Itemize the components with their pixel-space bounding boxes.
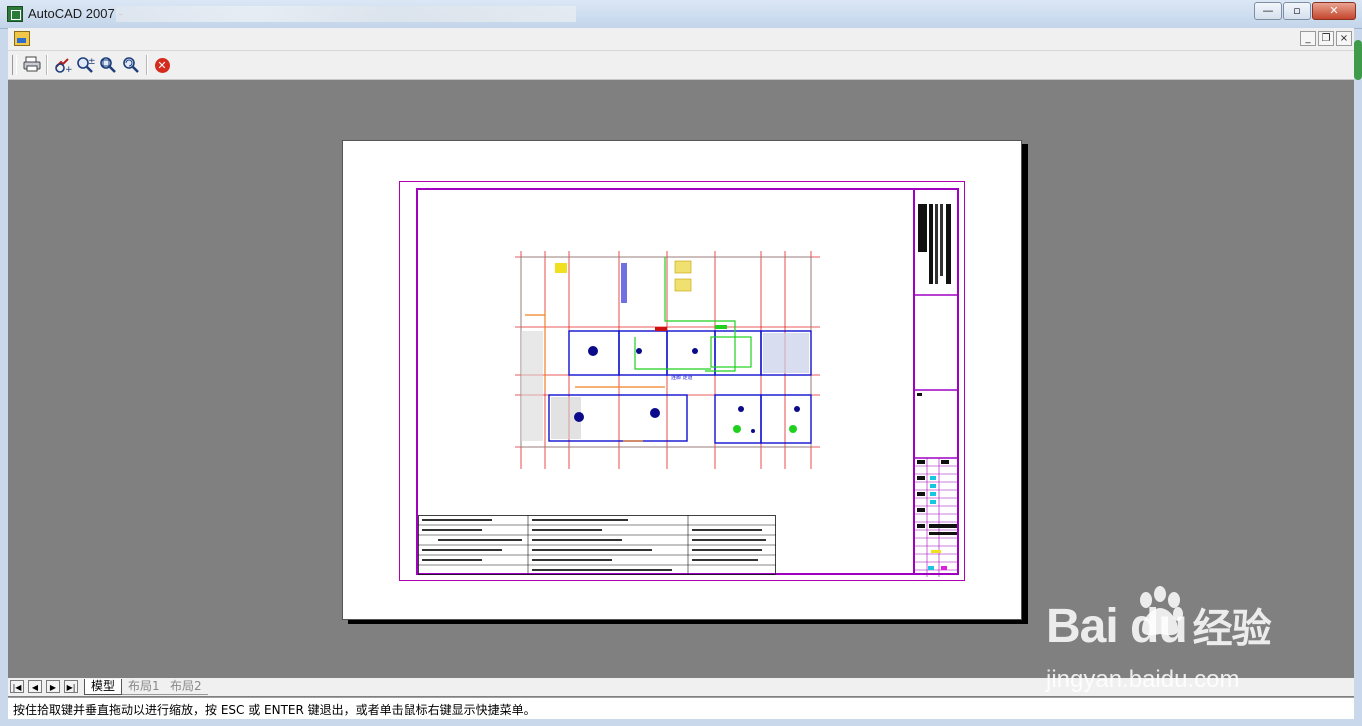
last-tab-button[interactable]: ▶| [64, 680, 78, 693]
window-title: AutoCAD 2007 - [28, 6, 123, 21]
drawing-frame: 连廊 走道 [416, 188, 959, 577]
previous-tab-button[interactable]: ◀ [28, 680, 42, 693]
command-prompt-text: 按住拾取键并垂直拖动以进行缩放，按 ESC 或 ENTER 键退出，或者单击鼠标… [13, 703, 536, 717]
baidu-paw-icon [1140, 586, 1183, 636]
floor-plan-drawing: 连廊 走道 [515, 251, 820, 469]
plot-icon[interactable] [22, 55, 42, 75]
svg-text:+: + [65, 65, 72, 75]
tab-model[interactable]: 模型 [84, 679, 123, 695]
window-titlebar[interactable]: AutoCAD 2007 - — ▫ ✕ [0, 0, 1362, 29]
close-window-button[interactable]: ✕ [1312, 2, 1356, 20]
maximize-window-button[interactable]: ▫ [1283, 2, 1311, 20]
toolbar-separator [46, 55, 48, 75]
first-tab-button[interactable]: |◀ [10, 680, 24, 693]
baidu-watermark: Bai du 经验 jingyan.baidu.com [1040, 574, 1340, 694]
floor-plan-svg: 连廊 走道 [515, 251, 820, 469]
maximize-icon: ▫ [1293, 4, 1301, 17]
plot-preview-toolbar: + ± ✕ [8, 51, 1354, 80]
tab-layout2[interactable]: 布局2 [164, 679, 208, 695]
command-line[interactable]: 按住拾取键并垂直拖动以进行缩放，按 ESC 或 ENTER 键退出，或者单击鼠标… [8, 697, 1354, 719]
document-close-button[interactable]: × [1336, 31, 1352, 46]
redacted-file-path [116, 6, 576, 22]
document-control-bar: _ ❐ × [8, 28, 1354, 51]
toolbar-grip[interactable] [12, 55, 17, 75]
drawing-outer-border: 连廊 走道 [399, 181, 965, 581]
document-restore-button[interactable]: ❐ [1318, 31, 1334, 46]
close-icon: ✕ [1329, 4, 1339, 17]
svg-text:±: ± [88, 57, 95, 67]
close-preview-icon: ✕ [154, 58, 170, 73]
window-edge-grip[interactable] [1354, 40, 1362, 80]
realtime-pan-icon[interactable]: + [52, 55, 73, 75]
minimize-window-button[interactable]: — [1254, 2, 1282, 20]
watermark-url: jingyan.baidu.com [1046, 666, 1240, 693]
drawing-notes-table [418, 515, 776, 575]
drawing-document-icon[interactable] [14, 31, 30, 46]
document-minimize-button[interactable]: _ [1300, 31, 1316, 46]
tab-layout1[interactable]: 布局1 [122, 679, 166, 695]
paper-sheet: 连廊 走道 [342, 140, 1022, 620]
notes-table-svg [418, 515, 776, 575]
zoom-window-icon[interactable] [98, 55, 118, 75]
autocad-app-icon[interactable] [7, 6, 23, 22]
svg-text:连廊 走道: 连廊 走道 [671, 374, 693, 381]
close-preview-button[interactable]: ✕ [152, 55, 172, 75]
title-block [913, 190, 959, 577]
watermark-secondary: 经验 [1192, 607, 1272, 651]
zoom-realtime-icon[interactable]: ± [75, 55, 96, 75]
next-tab-button[interactable]: ▶ [46, 680, 60, 693]
title-block-graphic [915, 204, 959, 577]
zoom-previous-icon[interactable] [121, 55, 141, 75]
minimize-icon: — [1262, 4, 1274, 17]
toolbar-separator [146, 55, 148, 75]
